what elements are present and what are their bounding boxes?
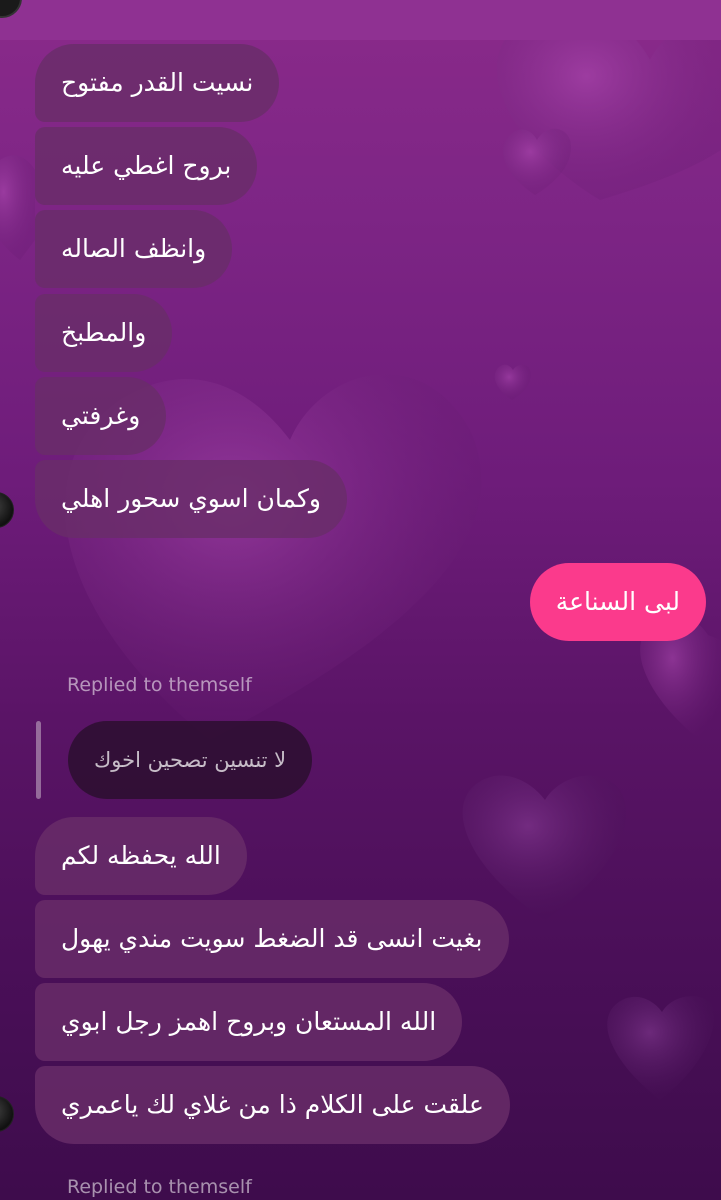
- message-bubble[interactable]: وانظف الصاله: [35, 210, 233, 288]
- reply-indicator-bar: [36, 721, 41, 799]
- message-bubble[interactable]: نسيت القدر مفتوح: [35, 44, 280, 122]
- top-bar: [0, 0, 721, 40]
- message-bubble[interactable]: علقت على الكلام ذا من غلاي لك ياعمري: [35, 1066, 510, 1144]
- message-bubble[interactable]: وكمان اسوي سحور اهلي: [35, 460, 347, 538]
- avatar[interactable]: [0, 0, 22, 18]
- heart-shape: [0, 155, 35, 260]
- replied-label: Replied to themself: [67, 1176, 252, 1198]
- message-bubble[interactable]: الله يحفظه لكم: [35, 817, 247, 895]
- message-bubble[interactable]: بغيت انسى قد الضغط سويت مندي يهول: [35, 900, 509, 978]
- heart-shape: [607, 996, 715, 1100]
- outgoing-message-bubble[interactable]: لبى السناعة: [529, 563, 706, 641]
- message-bubble[interactable]: الله المستعان وبروح اهمز رجل ابوي: [35, 983, 463, 1061]
- message-bubble[interactable]: بروح اغطي عليه: [35, 127, 258, 205]
- message-bubble[interactable]: وغرفتي: [35, 377, 167, 455]
- quoted-message-bubble[interactable]: لا تنسين تصحين اخوك: [68, 721, 313, 799]
- replied-label: Replied to themself: [67, 674, 252, 696]
- heart-shape: [462, 775, 627, 920]
- message-bubble[interactable]: والمطبخ: [35, 294, 173, 372]
- heart-shape: [494, 364, 531, 400]
